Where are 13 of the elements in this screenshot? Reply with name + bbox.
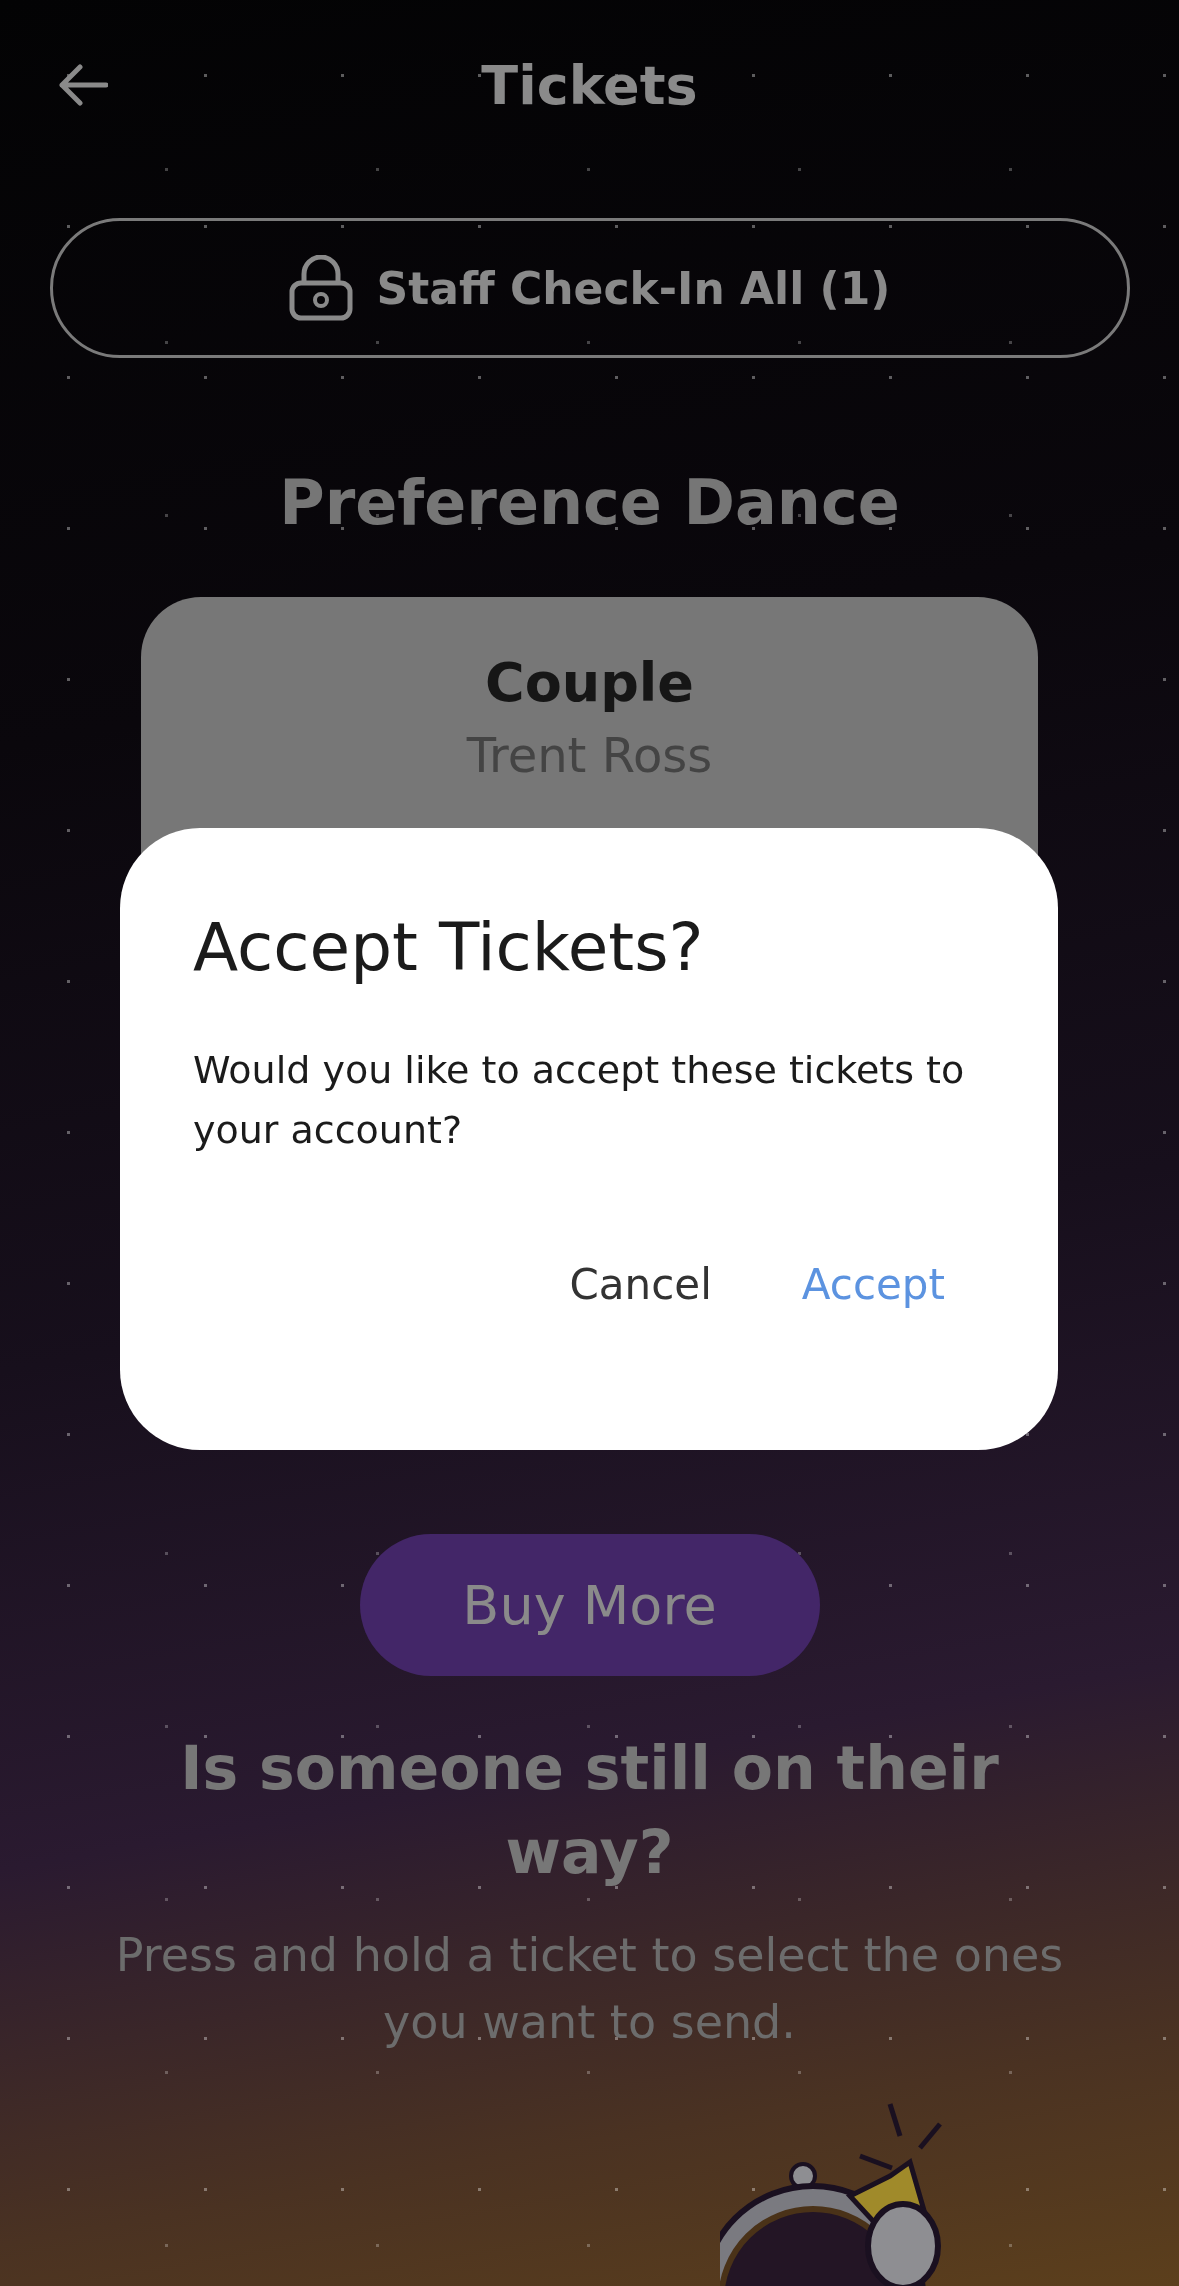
page-title: Tickets [481,53,698,117]
dialog-message: Would you like to accept these tickets to your account? [193,1047,966,1154]
ticket-type: Couple [485,650,694,716]
help-text: Press and hold a ticket to select the ones you want to send. [114,1927,1065,2051]
cancel-button[interactable]: Cancel [549,1250,732,1319]
buy-more-button[interactable]: Buy More [359,1534,820,1676]
staff-check-in-button[interactable]: Staff Check-In All (1) [49,218,1130,358]
lock-icon [288,255,353,321]
accept-button[interactable]: Accept [781,1250,965,1319]
help-title: Is someone still on their way? [179,1732,1000,1889]
event-title: Preference Dance [279,465,900,541]
dialog-title: Accept Tickets? [193,908,705,988]
back-arrow-icon [58,63,108,107]
